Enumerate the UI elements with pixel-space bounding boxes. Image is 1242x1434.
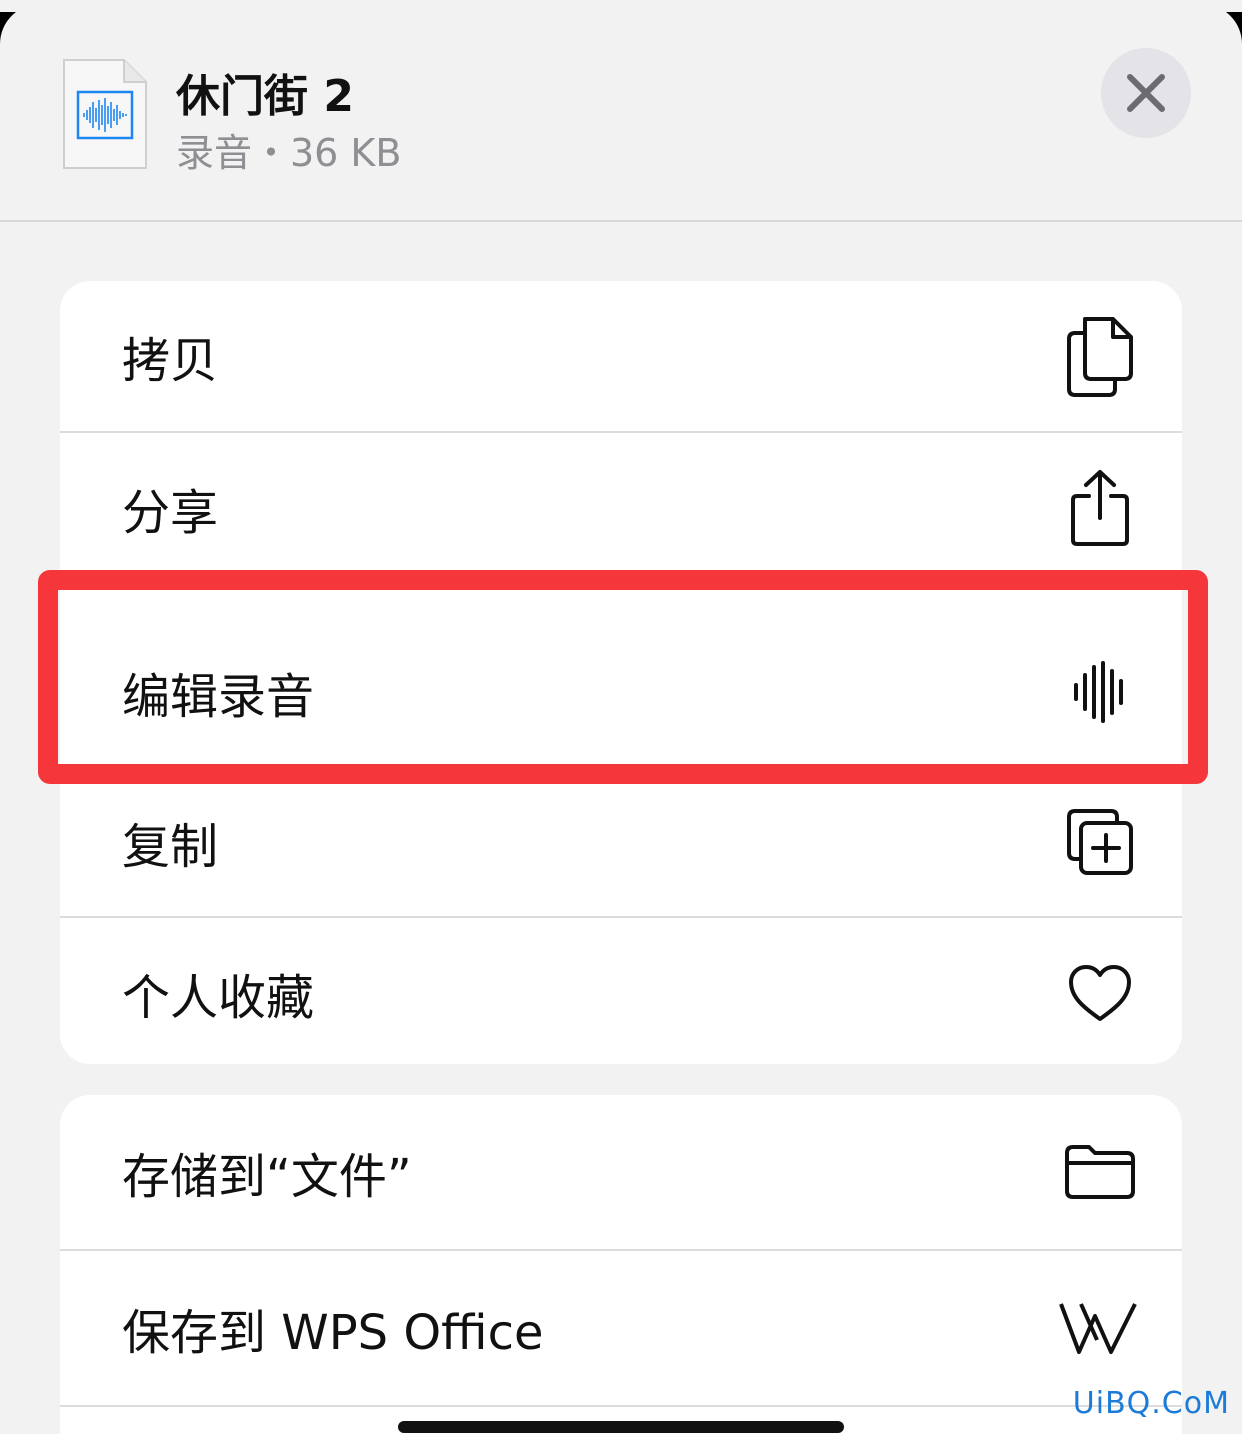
action-copy[interactable]: 拷贝 <box>60 281 1182 431</box>
action-label: 保存到 WPS Office <box>122 1305 544 1361</box>
action-share[interactable]: 分享 <box>60 433 1182 583</box>
share-icon <box>1062 465 1138 551</box>
action-label: 复制 <box>122 819 219 875</box>
heart-icon <box>1062 950 1138 1036</box>
folder-icon <box>1062 1129 1138 1215</box>
file-name: 休门街 2 <box>176 71 354 122</box>
action-edit-recording[interactable]: 编辑录音 <box>60 617 1182 767</box>
close-button[interactable] <box>1101 48 1191 138</box>
sheet-header: 休门街 2 录音・36 KB <box>0 4 1242 222</box>
action-favorites[interactable]: 个人收藏 <box>60 918 1182 1064</box>
action-duplicate[interactable]: 复制 <box>60 767 1182 917</box>
action-label: 拷贝 <box>122 333 219 389</box>
actions-group-primary: 拷贝 分享 编辑录音 复制 个人收藏 <box>60 281 1182 1064</box>
action-save-to-files[interactable]: 存储到“文件” <box>60 1095 1182 1249</box>
xmark-icon <box>1127 74 1165 112</box>
action-save-to-wps[interactable]: 保存到 WPS Office <box>60 1251 1182 1405</box>
separator <box>60 1405 1182 1407</box>
action-label: 编辑录音 <box>122 669 315 725</box>
home-indicator[interactable] <box>398 1421 844 1433</box>
actions-group-secondary: 存储到“文件” 保存到 WPS Office <box>60 1095 1182 1434</box>
audio-file-icon <box>62 58 148 170</box>
action-label: 个人收藏 <box>122 970 315 1026</box>
action-label: 分享 <box>122 485 219 541</box>
watermark: UiBQ.CoM <box>1072 1386 1230 1421</box>
duplicate-icon <box>1062 799 1138 885</box>
copy-icon <box>1062 313 1138 399</box>
file-meta: 录音・36 KB <box>176 131 402 175</box>
action-label: 存储到“文件” <box>122 1149 412 1205</box>
action-sheet: 休门街 2 录音・36 KB 拷贝 分享 编辑录音 复制 个人收藏 存储到“文件… <box>0 4 1242 1434</box>
separator <box>60 583 1182 585</box>
wps-icon <box>1058 1285 1138 1371</box>
waveform-icon <box>1062 649 1138 735</box>
